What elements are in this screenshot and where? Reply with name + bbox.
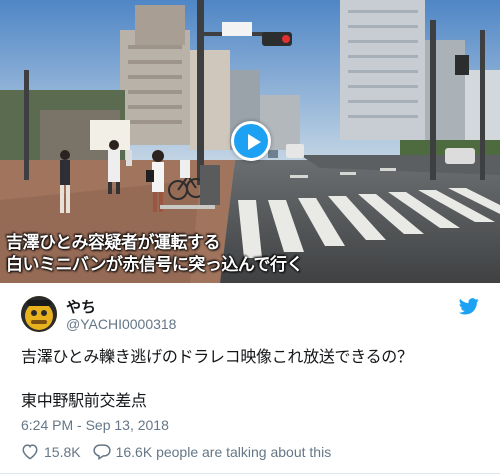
video-thumbnail[interactable]: 吉澤ひとみ容疑者が運転する 白いミニバンが赤信号に突っ込んで行く [0,0,500,283]
tweet-actions: 15.8K 16.6K people are talking about thi… [21,443,331,460]
avatar[interactable] [21,296,57,332]
author-display-name[interactable]: やち [66,296,96,317]
tweet-text-line-1: 吉澤ひとみ轢き逃げのドラレコ映像これ放送できるの？ [21,347,413,366]
twitter-bird-icon[interactable] [459,298,479,315]
talking-count: 16.6K people are talking about this [115,443,332,460]
speech-bubble-icon [92,444,111,460]
like-button[interactable]: 15.8K [21,443,81,460]
like-count: 15.8K [44,443,81,460]
tweet-text-line-2: 東中野駅前交差点 [21,391,147,410]
play-icon [248,134,261,150]
avatar-image [21,296,57,332]
caption-line-2: 白いミニバンが赤信号に突っ込んで行く [6,255,304,275]
video-caption: 吉澤ひとみ容疑者が運転する 白いミニバンが赤信号に突っ込んで行く [6,232,304,276]
heart-icon [22,444,38,460]
author-screen-name[interactable]: @YACHI0000318 [66,316,176,332]
reply-button[interactable]: 16.6K people are talking about this [92,443,332,460]
tweet-text: 吉澤ひとみ轢き逃げのドラレコ映像これ放送できるの？ 東中野駅前交差点 [21,346,413,412]
play-button[interactable] [231,121,271,161]
embedded-tweet: 吉澤ひとみ容疑者が運転する 白いミニバンが赤信号に突っ込んで行く やち @YAC… [0,0,500,474]
tweet-timestamp[interactable]: 6:24 PM - Sep 13, 2018 [21,417,169,433]
caption-line-1: 吉澤ひとみ容疑者が運転する [6,233,221,253]
